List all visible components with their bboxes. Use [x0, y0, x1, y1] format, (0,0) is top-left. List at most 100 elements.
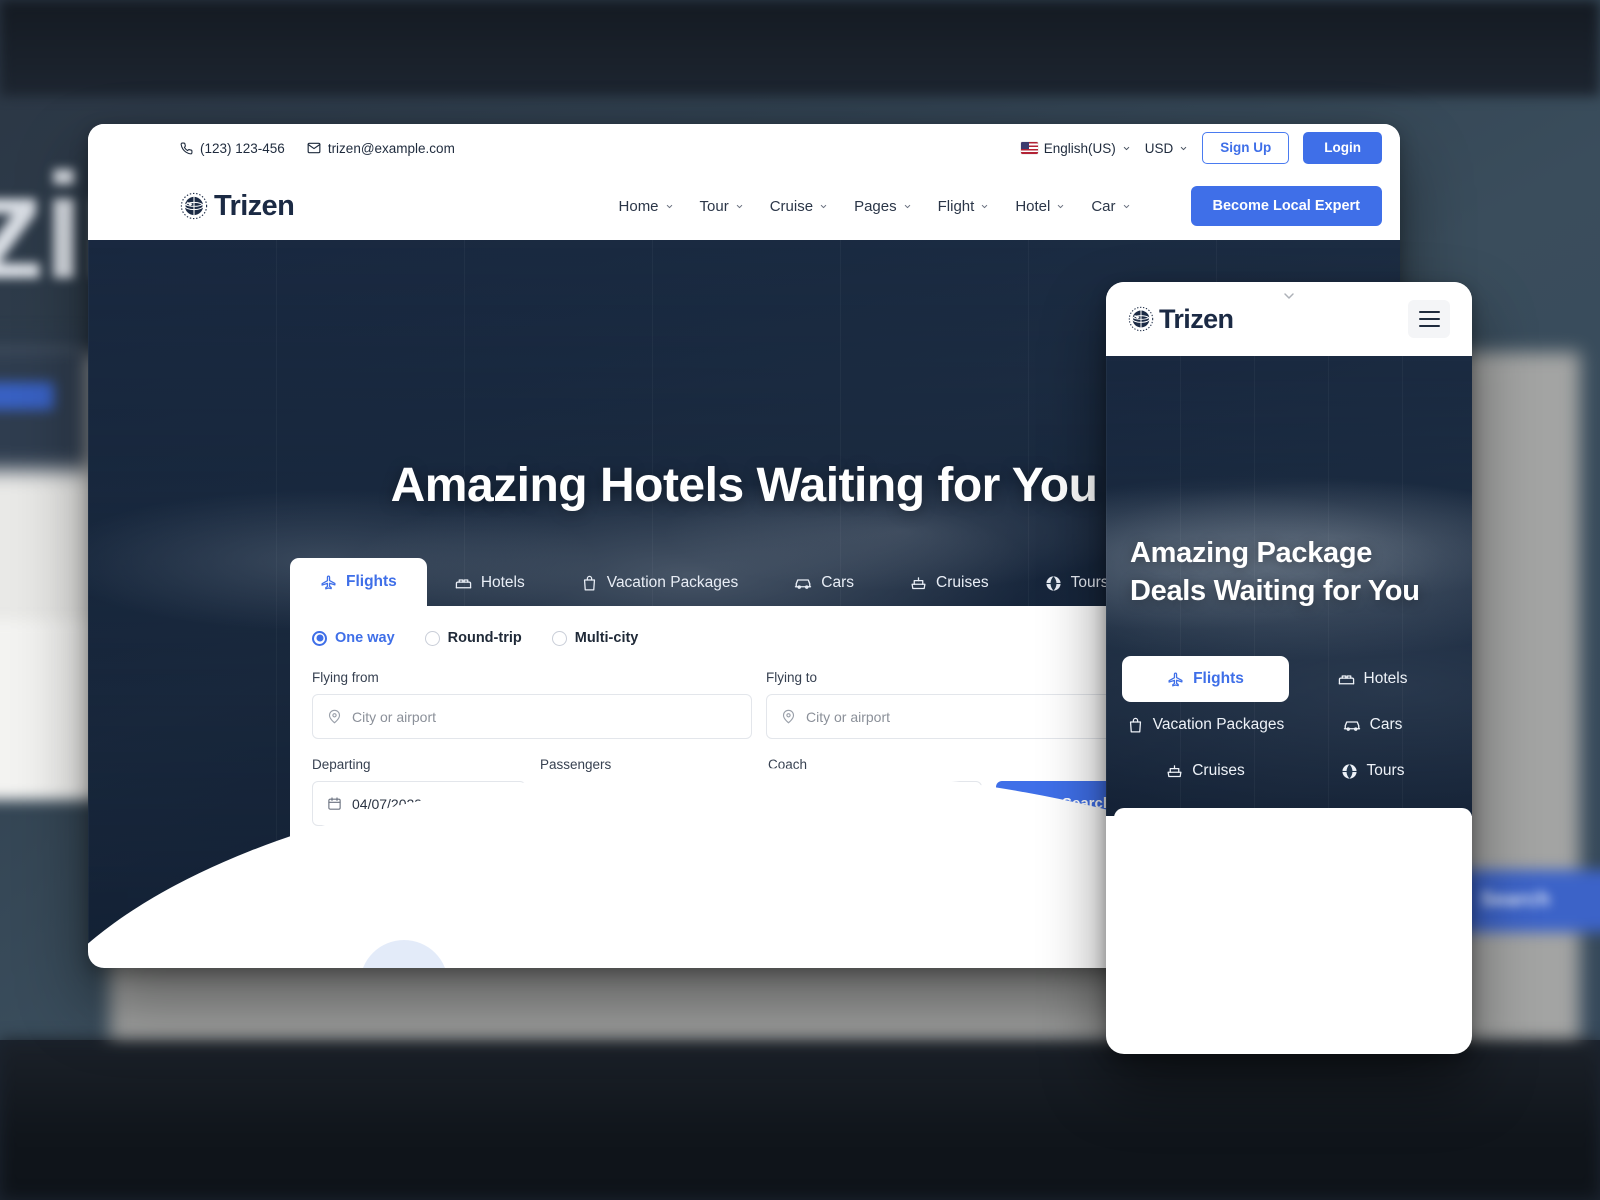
tab-cars[interactable]: Cars — [766, 560, 882, 606]
chevron-down-icon — [1181, 146, 1187, 150]
hamburger-bar — [1418, 318, 1440, 320]
nav-item-pages[interactable]: Pages — [854, 198, 912, 215]
location-pin-icon — [782, 709, 795, 724]
sign-up-button[interactable]: Sign Up — [1202, 132, 1290, 164]
hamburger-bar — [1418, 325, 1440, 327]
radio-multi-city[interactable]: Multi-city — [551, 630, 639, 646]
login-button[interactable]: Login — [1303, 132, 1382, 164]
mobile-header: Trizen — [1106, 282, 1472, 356]
tab-label: Cars — [821, 574, 855, 591]
plane-icon — [321, 574, 336, 589]
nav-item-label: Flight — [937, 197, 975, 215]
ship-icon — [1167, 764, 1182, 777]
language-label: English(US) — [1043, 140, 1116, 156]
chevron-down-icon — [1058, 204, 1064, 208]
hamburger-icon[interactable] — [1408, 300, 1450, 338]
nav-item-label: Car — [1091, 197, 1116, 215]
chevron-down-icon — [666, 204, 672, 208]
backdrop-top-shade — [0, 0, 1600, 96]
nav-item-tour[interactable]: Tour — [700, 198, 744, 215]
phone-icon — [180, 142, 193, 155]
mobile-tab-hotels[interactable]: Hotels — [1289, 656, 1456, 702]
currency-label: USD — [1144, 140, 1174, 156]
email-address: trizen@example.com — [327, 140, 455, 156]
utility-topbar: (123) 123-456 trizen@example.com English… — [88, 124, 1400, 172]
tab-label: Flights — [346, 573, 397, 590]
mobile-tab-vacation-packages[interactable]: Vacation Packages — [1122, 702, 1289, 748]
brand-logo[interactable]: Trizen — [180, 189, 295, 223]
contact-group: (123) 123-456 trizen@example.com — [180, 141, 455, 156]
tab-label: Cruises — [936, 574, 989, 591]
mobile-tab-cars[interactable]: Cars — [1289, 702, 1456, 748]
currency-selector[interactable]: USD — [1145, 141, 1189, 156]
radio-dot — [551, 630, 567, 646]
backdrop-bottom-shade — [0, 1040, 1600, 1200]
nav-item-hotel[interactable]: Hotel — [1015, 198, 1065, 215]
brand-name: Trizen — [214, 189, 295, 222]
tab-hotels[interactable]: Hotels — [427, 560, 553, 606]
nav-item-flight[interactable]: Flight — [938, 198, 990, 215]
globe-icon — [1341, 763, 1357, 779]
chevron-down-icon — [1123, 146, 1129, 150]
become-local-expert-button[interactable]: Become Local Expert — [1190, 185, 1382, 227]
chevron-down-icon — [820, 204, 827, 208]
nav-item-cruise[interactable]: Cruise — [770, 198, 828, 215]
mobile-tab-label: Cars — [1369, 716, 1403, 733]
globe-compass-icon — [1128, 306, 1154, 332]
radio-dot — [312, 630, 327, 646]
globe-icon — [1045, 575, 1061, 591]
ship-icon — [911, 576, 926, 589]
chevron-down-icon — [736, 204, 742, 208]
topbar-actions: English(US) USD Sign Up Login — [1020, 132, 1382, 164]
car-icon — [795, 579, 812, 589]
mobile-tab-label: Cruises — [1192, 762, 1245, 779]
mobile-tab-label: Tours — [1366, 762, 1405, 779]
chevron-down-icon — [1123, 204, 1129, 208]
mobile-tab-flights[interactable]: Flights — [1122, 656, 1289, 702]
nav-item-label: Hotel — [1015, 197, 1051, 215]
tab-cruises[interactable]: Cruises — [882, 560, 1017, 606]
phone-number: (123) 123-456 — [200, 140, 285, 156]
nav-item-car[interactable]: Car — [1091, 198, 1130, 215]
radio-label: Multi-city — [574, 630, 639, 646]
radio-round-trip[interactable]: Round-trip — [424, 630, 522, 646]
calendar-icon — [328, 797, 341, 810]
mobile-tab-tours[interactable]: Tours — [1289, 748, 1456, 794]
radio-dot — [424, 630, 440, 646]
flying-to-placeholder: City or airport — [806, 708, 891, 725]
mobile-search-tabs: Flights Hotels Vacation Packages Cars Cr… — [1122, 656, 1456, 794]
email-contact[interactable]: trizen@example.com — [307, 141, 455, 156]
radio-label: Round-trip — [447, 630, 522, 646]
flying-from-placeholder: City or airport — [352, 708, 437, 725]
tab-flights[interactable]: Flights — [290, 558, 427, 606]
mobile-tab-cruises[interactable]: Cruises — [1122, 748, 1289, 794]
chevron-down-icon[interactable] — [1281, 288, 1297, 304]
bed-icon — [1338, 674, 1354, 684]
location-pin-icon — [328, 709, 341, 724]
us-flag-icon — [1020, 142, 1038, 154]
bag-icon — [583, 575, 595, 591]
flying-from-input[interactable]: City or airport — [312, 694, 752, 739]
mobile-brand-name: Trizen — [1159, 303, 1234, 334]
phone-contact[interactable]: (123) 123-456 — [180, 141, 285, 156]
tab-label: Vacation Packages — [606, 574, 739, 591]
tab-vacation-packages[interactable]: Vacation Packages — [553, 560, 767, 606]
envelope-icon — [307, 141, 321, 155]
nav-item-home[interactable]: Home — [619, 198, 674, 215]
mobile-hero-title: Amazing Package Deals Waiting for You — [1130, 537, 1420, 608]
mobile-brand-logo[interactable]: Trizen — [1128, 303, 1234, 335]
radio-label: One way — [335, 630, 395, 646]
language-selector[interactable]: English(US) — [1020, 140, 1131, 156]
flying-from-label: Flying from — [312, 670, 379, 685]
mobile-preview-card: Trizen Amazing Package Deals Waiting for… — [1106, 282, 1472, 1054]
bag-icon — [1129, 717, 1141, 733]
radio-one-way[interactable]: One way — [312, 630, 395, 646]
globe-compass-icon — [180, 192, 208, 220]
backdrop-ghost-button-label: Search — [1480, 888, 1551, 911]
tab-label: Tours — [1070, 574, 1109, 591]
mobile-search-panel: One way Round-trip Multi-city Flying fro… — [1114, 808, 1472, 816]
bed-icon — [455, 578, 472, 588]
tab-label: Hotels — [480, 574, 525, 591]
car-icon — [1343, 721, 1360, 731]
mobile-tab-label: Flights — [1193, 670, 1244, 687]
